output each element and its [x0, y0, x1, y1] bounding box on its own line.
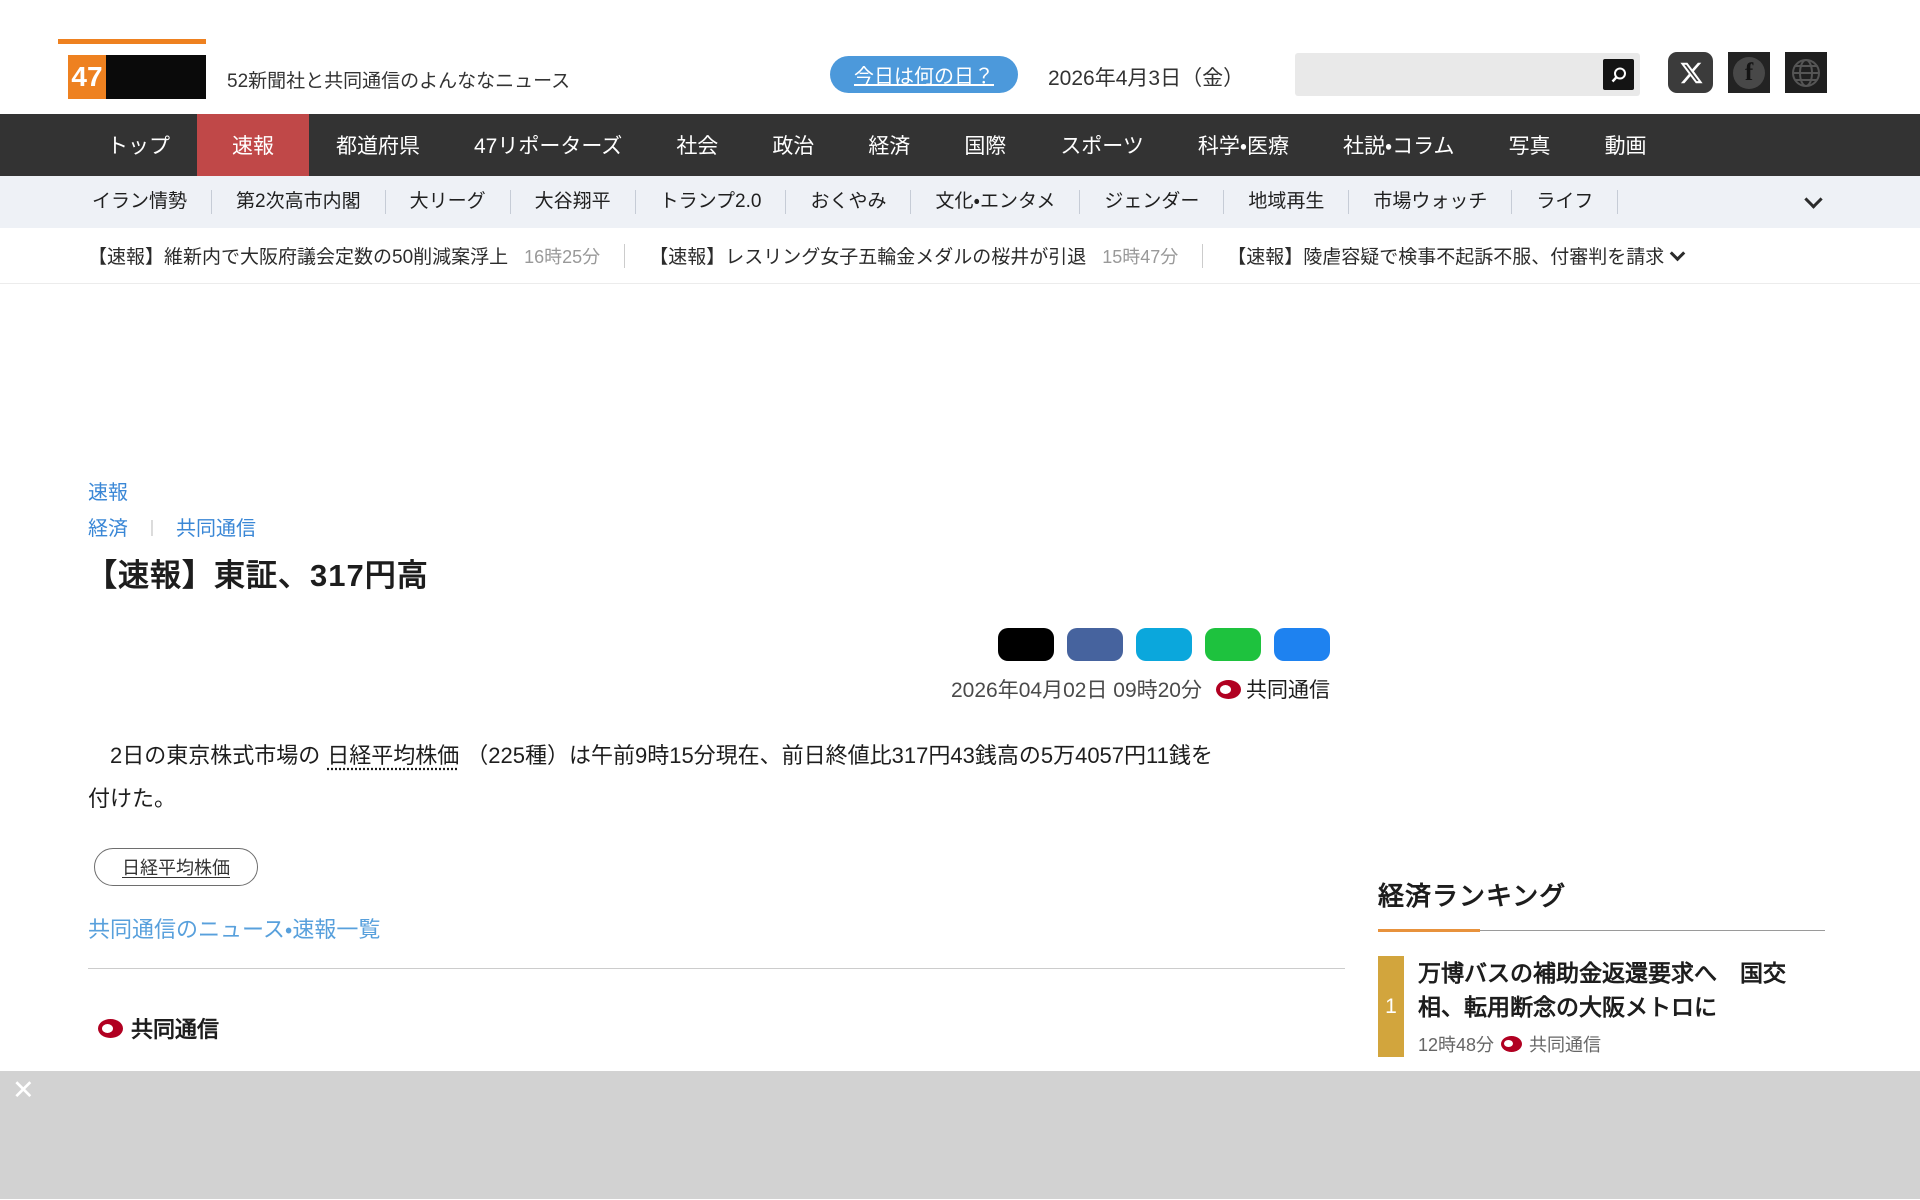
- ticker-separator: [624, 243, 626, 268]
- breadcrumb-sokuho[interactable]: 速報: [88, 476, 128, 505]
- site-tagline: 52新聞社と共同通信のよんななニュース: [227, 71, 571, 92]
- today-button[interactable]: 今日は何の日？: [830, 56, 1018, 93]
- subnav-gender[interactable]: ジェンダー: [1079, 190, 1223, 214]
- header-date: 2026年4月3日（金）: [1048, 67, 1245, 90]
- share-buttons: [88, 628, 1330, 661]
- share-button-4[interactable]: [1205, 628, 1261, 661]
- nav-item-science-medical[interactable]: 科学・医療: [1171, 114, 1316, 176]
- brand-accent-line: [58, 39, 206, 44]
- bottom-ad-banner: ✕: [0, 1071, 1920, 1199]
- ticker-title: 【速報】陵虐容疑で検事不起訴不服、付審判を請求: [1227, 247, 1665, 268]
- search-box: [1295, 53, 1640, 96]
- social-links: f: [1668, 52, 1827, 93]
- share-button-5[interactable]: [1274, 628, 1330, 661]
- kyodo-news-icon: [1216, 679, 1241, 699]
- nav-item-international[interactable]: 国際: [937, 114, 1033, 176]
- subnav-trump[interactable]: トランプ2.0: [634, 190, 786, 214]
- subnav-takaichi-cabinet[interactable]: 第2次高市内閣: [211, 190, 385, 214]
- globe-icon[interactable]: [1785, 52, 1827, 93]
- ranking-divider: [1378, 929, 1825, 932]
- nav-item-economy[interactable]: 経済: [841, 114, 937, 176]
- subnav-iran[interactable]: イラン情勢: [68, 190, 211, 214]
- ticker-title: 【速報】レスリング女子五輪金メダルの桜井が引退: [649, 247, 1087, 268]
- site-logo[interactable]: 47: [68, 55, 206, 99]
- page: 47 52新聞社と共同通信のよんななニュース 今日は何の日？ 2026年4月3日…: [0, 0, 1920, 1200]
- publish-info: 2026年04月02日 09時20分 共同通信: [88, 674, 1330, 704]
- ranking-source: 共同通信: [1529, 1035, 1602, 1055]
- kyodo-news-icon: [98, 1018, 123, 1038]
- logo-news-block: [106, 55, 206, 99]
- ranking-content: 万博バスの補助金返還要求へ 国交相、転用断念の大阪メトロに 12時48分 共同通…: [1418, 956, 1825, 1057]
- ticker-time: 15時47分: [1102, 247, 1179, 267]
- search-button[interactable]: [1603, 59, 1634, 90]
- nav-item-sokuho[interactable]: 速報: [197, 114, 309, 176]
- rank-badge: 1: [1378, 956, 1404, 1057]
- tag-label: 日経平均株価: [122, 858, 230, 878]
- publish-source: 共同通信: [1246, 679, 1330, 702]
- chevron-down-icon[interactable]: [1804, 189, 1823, 209]
- main-nav: トップ 速報 都道府県 47リポーターズ 社会 政治 経済 国際 スポーツ 科学…: [0, 114, 1920, 176]
- subnav-obituary[interactable]: おくやみ: [785, 190, 910, 214]
- ticker-item[interactable]: 【速報】維新内で大阪府議会定数の50削減案浮上 16時25分: [88, 242, 600, 269]
- today-button-label: 今日は何の日？: [854, 66, 994, 88]
- nav-item-photo[interactable]: 写真: [1482, 114, 1578, 176]
- article-body: 2日の東京株式市場の 日経平均株価 （225種）は午前9時15分現在、前日終値比31…: [88, 734, 1213, 820]
- divider: [88, 968, 1345, 969]
- article-footer-source[interactable]: 共同通信: [98, 1012, 219, 1044]
- ticker-separator: [1202, 243, 1204, 268]
- publish-date: 2026年04月02日 09時20分: [951, 679, 1202, 702]
- facebook-glyph: f: [1733, 56, 1765, 89]
- subnav-regional[interactable]: 地域再生: [1223, 190, 1348, 214]
- ranking-time: 12時48分: [1418, 1035, 1495, 1055]
- page-title: 【速報】東証、317円高: [86, 558, 429, 593]
- breaking-news-ticker: 【速報】維新内で大阪府議会定数の50削減案浮上 16時25分 【速報】レスリング…: [0, 228, 1920, 284]
- close-icon[interactable]: ✕: [12, 1077, 35, 1104]
- ticker-item[interactable]: 【速報】陵虐容疑で検事不起訴不服、付審判を請求: [1227, 242, 1664, 269]
- nav-item-prefectures[interactable]: 都道府県: [309, 114, 447, 176]
- subnav-culture[interactable]: 文化・エンタメ: [910, 190, 1079, 214]
- subnav-mlb[interactable]: 大リーグ: [384, 190, 510, 214]
- nav-item-editorial-column[interactable]: 社説・コラム: [1316, 114, 1482, 176]
- facebook-icon[interactable]: f: [1728, 52, 1770, 93]
- nav-item-47reporters[interactable]: 47リポーターズ: [447, 114, 649, 176]
- breadcrumb-category[interactable]: 経済: [88, 512, 128, 541]
- footer-source-label: 共同通信: [131, 1017, 220, 1042]
- site-header: 47 52新聞社と共同通信のよんななニュース 今日は何の日？ 2026年4月3日…: [0, 0, 1920, 114]
- economy-ranking-sidebar: 経済ランキング 1 万博バスの補助金返還要求へ 国交相、転用断念の大阪メトロに …: [1378, 876, 1825, 1057]
- subnav-ohtani[interactable]: 大谷翔平: [509, 190, 635, 214]
- ticker-time: 16時25分: [524, 247, 601, 267]
- breadcrumb-source[interactable]: 共同通信: [176, 512, 256, 541]
- nav-item-sports[interactable]: スポーツ: [1033, 114, 1171, 176]
- kyodo-news-icon: [1501, 1036, 1523, 1052]
- kyodo-news-list-link[interactable]: 共同通信のニュース・速報一覧: [88, 912, 380, 944]
- search-icon: [1611, 67, 1626, 82]
- nav-item-politics[interactable]: 政治: [745, 114, 841, 176]
- ticker-title: 【速報】維新内で大阪府議会定数の50削減案浮上: [88, 247, 509, 268]
- share-button-3[interactable]: [1136, 628, 1192, 661]
- breadcrumb: 経済 ｜ 共同通信: [88, 512, 256, 541]
- nav-item-society[interactable]: 社会: [649, 114, 745, 176]
- x-twitter-icon[interactable]: [1668, 52, 1713, 93]
- sub-nav: イラン情勢 第2次高市内閣 大リーグ 大谷翔平 トランプ2.0 おくやみ 文化・…: [0, 176, 1920, 228]
- ranking-item-1[interactable]: 1 万博バスの補助金返還要求へ 国交相、転用断念の大阪メトロに 12時48分 共…: [1378, 956, 1825, 1057]
- ranking-heading: 経済ランキング: [1378, 881, 1567, 911]
- nikkei-average-link[interactable]: 日経平均株価: [327, 743, 459, 768]
- share-button-1[interactable]: [998, 628, 1054, 661]
- logo-47-icon: 47: [68, 55, 106, 99]
- nav-item-video[interactable]: 動画: [1578, 114, 1674, 176]
- share-button-2[interactable]: [1067, 628, 1123, 661]
- ticker-item[interactable]: 【速報】レスリング女子五輪金メダルの桜井が引退 15時47分: [649, 242, 1178, 269]
- body-text: 2日の東京株式市場の: [88, 743, 321, 768]
- subnav-market-watch[interactable]: 市場ウォッチ: [1348, 190, 1511, 214]
- breadcrumb-separator: ｜: [144, 520, 161, 538]
- subnav-life[interactable]: ライフ: [1511, 190, 1619, 214]
- chevron-down-icon[interactable]: [1669, 245, 1686, 262]
- main-content: 速報 経済 ｜ 共同通信 【速報】東証、317円高 2026年04月02日 09…: [0, 284, 1920, 1071]
- tag-nikkei-average[interactable]: 日経平均株価: [94, 848, 258, 886]
- search-input[interactable]: [1295, 53, 1603, 96]
- ranking-title: 万博バスの補助金返還要求へ 国交相、転用断念の大阪メトロに: [1418, 960, 1786, 1020]
- ranking-meta: 12時48分 共同通信: [1418, 1031, 1825, 1057]
- nav-item-top[interactable]: トップ: [80, 114, 197, 176]
